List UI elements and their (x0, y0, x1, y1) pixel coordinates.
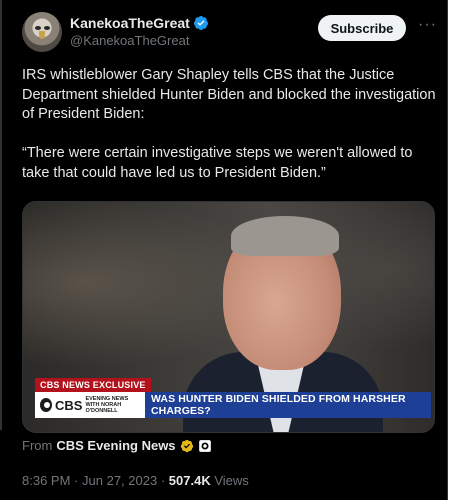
avatar-beak (39, 31, 45, 39)
right-border (447, 0, 448, 500)
author-handle[interactable]: @KanekoaTheGreat (70, 33, 189, 48)
cbs-affiliate-icon (198, 439, 211, 452)
chyron-headline: WAS HUNTER BIDEN SHIELDED FROM HARSHER C… (145, 392, 431, 418)
interviewee-hair (231, 216, 339, 256)
video-thumbnail[interactable]: CBS NEWS EXCLUSIVE CBS EVENING NEWS WITH… (22, 201, 435, 433)
subscribe-button[interactable]: Subscribe (318, 15, 406, 41)
gold-verified-badge-icon (180, 439, 193, 452)
verified-badge-icon (193, 16, 208, 30)
left-border (0, 0, 2, 430)
more-options-icon[interactable]: ··· (418, 16, 437, 34)
tweet-meta: 8:36 PM · Jun 27, 2023 · 507.4K Views (22, 473, 249, 488)
meta-separator: · (160, 473, 166, 488)
source-name-link[interactable]: CBS Evening News (56, 438, 175, 453)
views-label: Views (214, 473, 249, 488)
source-attribution: From CBS Evening News (22, 438, 212, 453)
avatar-eye-right (44, 26, 50, 30)
tweet-date[interactable]: Jun 27, 2023 (82, 473, 157, 488)
cbs-logo-word: CBS (55, 397, 83, 413)
from-label: From (22, 438, 53, 453)
author-display-name[interactable]: KanekoaTheGreat (70, 15, 190, 31)
author-name-row[interactable]: KanekoaTheGreat (70, 15, 209, 31)
cbs-logo-subtitle: EVENING NEWS WITH NORAH O'DONNELL (85, 396, 145, 414)
tweet-card: KanekoaTheGreat @KanekoaTheGreat Subscri… (0, 0, 448, 500)
tweet-text: IRS whistleblower Gary Shapley tells CBS… (22, 67, 436, 181)
cbs-evening-news-logo: CBS EVENING NEWS WITH NORAH O'DONNELL (35, 392, 145, 418)
cbs-logo-sub-bottom: WITH NORAH O'DONNELL (85, 402, 122, 414)
cbs-eye-icon (40, 398, 52, 412)
avatar[interactable] (22, 12, 62, 52)
views-count: 507.4K (168, 473, 211, 488)
avatar-eye-left (35, 26, 41, 30)
tweet-time[interactable]: 8:36 PM (22, 473, 70, 488)
meta-separator: · (74, 473, 79, 488)
cbs-exclusive-tag: CBS NEWS EXCLUSIVE (35, 378, 151, 392)
